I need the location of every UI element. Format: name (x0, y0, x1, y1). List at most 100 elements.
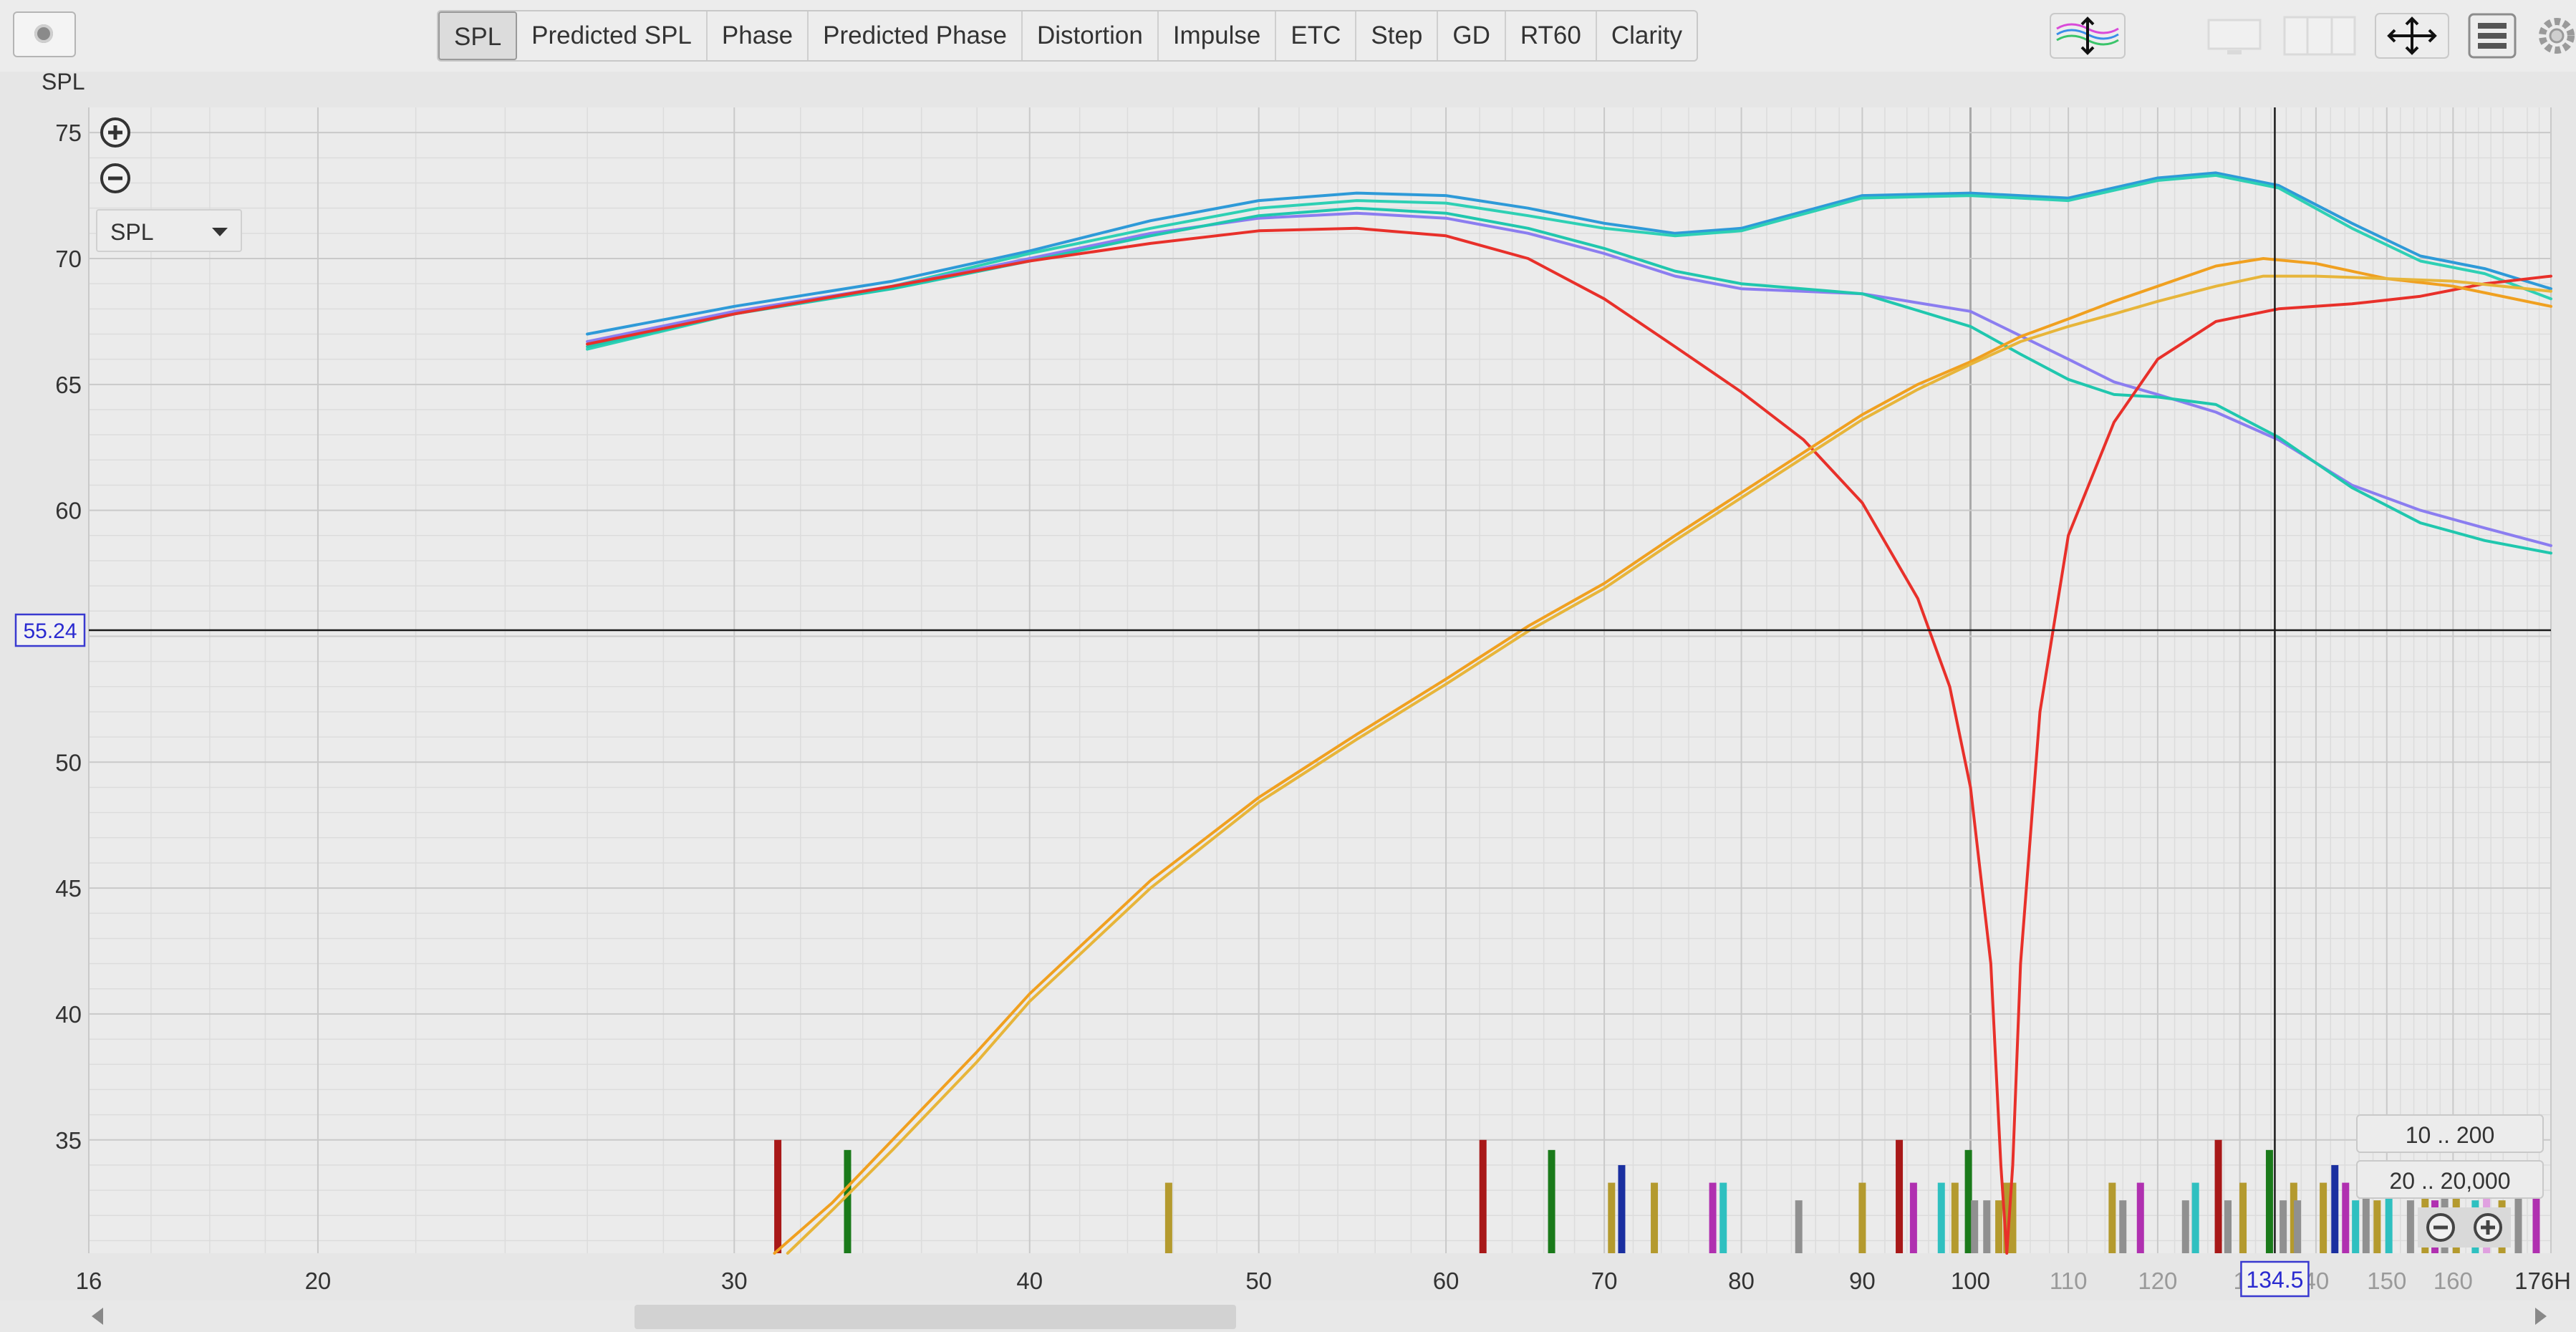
marker-bar (2108, 1182, 2116, 1253)
marker-bar (2119, 1200, 2127, 1253)
marker-bar (1479, 1139, 1487, 1253)
x-tick-label: 110 (2050, 1268, 2088, 1294)
x-tick-label: 100 (1951, 1268, 1990, 1294)
horizontal-scrollbar[interactable] (0, 1300, 2576, 1332)
x-zoom-out-icon[interactable] (2426, 1213, 2455, 1242)
x-tick-label: 50 (1245, 1268, 1272, 1294)
x-tick-label: 160 (2433, 1268, 2473, 1294)
zoom-in-icon[interactable] (99, 116, 132, 149)
tab-step[interactable]: Step (1356, 11, 1439, 60)
x-tick-label: 40 (1016, 1268, 1043, 1294)
series-line-5 (586, 226, 2552, 1255)
cursor-y-readout-box (14, 613, 86, 647)
columns-layout-icon[interactable] (2280, 13, 2359, 59)
marker-bar (2290, 1182, 2297, 1253)
marker-bar (2214, 1139, 2222, 1253)
tab-predicted-spl[interactable]: Predicted SPL (517, 11, 708, 60)
move-arrows-icon[interactable] (2375, 13, 2449, 59)
marker-bar (2352, 1200, 2360, 1253)
marker-bar (1964, 1149, 1972, 1253)
marker-bar (1983, 1200, 1991, 1253)
x-tick-label: 70 (1591, 1268, 1618, 1294)
controls-panel-icon[interactable] (2468, 13, 2517, 59)
tab-gd[interactable]: GD (1438, 11, 1506, 60)
app-menu-button[interactable] (13, 11, 76, 57)
y-tick-label: 60 (55, 498, 82, 524)
series-line-2 (586, 173, 2552, 351)
y-tick-label: 65 (55, 372, 82, 398)
y-tick-label: 50 (55, 749, 82, 776)
marker-bar (2342, 1182, 2350, 1253)
marker-bar (2224, 1200, 2232, 1253)
x-tick-label: 1 (2233, 1268, 2246, 1294)
series-line-7 (786, 274, 2552, 1255)
marker-bar (2009, 1182, 2017, 1253)
scrollbar-thumb[interactable] (635, 1305, 1236, 1329)
marker-bar (1951, 1182, 1959, 1253)
marker-bar (2181, 1200, 2189, 1253)
monitor-icon[interactable] (2199, 13, 2270, 59)
marker-bar (2294, 1200, 2302, 1253)
marker-bar (1896, 1139, 1904, 1253)
spl-chart[interactable]: 35 40 45 50 55 60 65 70 75 16 20 30 40 50 60 70 80 90 100 1… (0, 0, 2576, 1332)
tab-etc[interactable]: ETC (1276, 11, 1357, 60)
y-axis-label: SPL (42, 69, 85, 95)
tab-predicted-phase[interactable]: Predicted Phase (809, 11, 1023, 60)
graph-type-select[interactable]: SPL (96, 209, 242, 252)
marker-bar (2406, 1200, 2414, 1253)
tab-distortion[interactable]: Distortion (1023, 11, 1159, 60)
y-tick-label: 75 (55, 120, 82, 146)
marker-bar (1858, 1182, 1866, 1253)
tab-clarity[interactable]: Clarity (1597, 11, 1697, 60)
tab-impulse[interactable]: Impulse (1159, 11, 1277, 60)
x-tick-label: 176H (2514, 1268, 2571, 1294)
x-tick-label: 60 (1433, 1268, 1460, 1294)
x-zoom-controls (2418, 1207, 2511, 1247)
series-line-1 (586, 171, 2552, 336)
graph-tabs: SPL Predicted SPL Phase Predicted Phase Dist… (437, 10, 1699, 62)
marker-bar (2331, 1164, 2339, 1253)
marker-bar (1618, 1164, 1626, 1253)
marker-bar (1937, 1182, 1945, 1253)
marker-bar (2373, 1200, 2381, 1253)
cursor-x-readout-box (2240, 1260, 2310, 1298)
scroll-right-arrow-icon[interactable] (2535, 1308, 2547, 1325)
marker-bar (1709, 1182, 1717, 1253)
marker-bar (2003, 1182, 2011, 1253)
marker-bar (1971, 1200, 1979, 1253)
x-tick-label: 120 (2138, 1268, 2177, 1294)
scroll-left-arrow-icon[interactable] (92, 1308, 103, 1325)
graph-type-value: SPL (110, 219, 154, 245)
range-10-200-button[interactable]: 10 .. 200 (2356, 1114, 2544, 1153)
marker-bar (2280, 1200, 2287, 1253)
marker-bar (2239, 1182, 2247, 1253)
marker-bar (2191, 1182, 2199, 1253)
marker-bar (774, 1139, 782, 1253)
tab-rt60[interactable]: RT60 (1506, 11, 1597, 60)
toolbar: SPL Predicted SPL Phase Predicted Phase Dist… (0, 0, 2576, 72)
trace-arrange-icon[interactable] (2050, 13, 2126, 59)
range-20-20000-button[interactable]: 20 .. 20,000 (2356, 1160, 2544, 1199)
marker-bar (1608, 1182, 1616, 1253)
y-tick-label: 45 (55, 875, 82, 902)
tab-phase[interactable]: Phase (708, 11, 809, 60)
marker-bar (844, 1149, 852, 1253)
y-tick-label: 70 (55, 246, 82, 272)
zoom-out-icon[interactable] (99, 162, 132, 195)
y-tick-label: 35 (55, 1127, 82, 1154)
x-tick-label: 90 (1849, 1268, 1876, 1294)
marker-bar (1719, 1182, 1727, 1253)
y-tick-label: 55 (55, 623, 82, 650)
marker-bar (1651, 1182, 1659, 1253)
marker-bar (1795, 1200, 1803, 1253)
cursor-y-readout: 55.24 (23, 619, 77, 643)
x-tick-label: 16 (76, 1268, 102, 1294)
settings-gear-icon[interactable] (2534, 13, 2576, 59)
x-tick-label: 40 (2303, 1268, 2330, 1294)
plot-area (89, 107, 2551, 1253)
series-line-4 (586, 206, 2552, 555)
x-zoom-in-icon[interactable] (2474, 1213, 2502, 1242)
marker-bar (1909, 1182, 1917, 1253)
x-tick-label: 30 (721, 1268, 748, 1294)
tab-spl[interactable]: SPL (438, 11, 518, 60)
